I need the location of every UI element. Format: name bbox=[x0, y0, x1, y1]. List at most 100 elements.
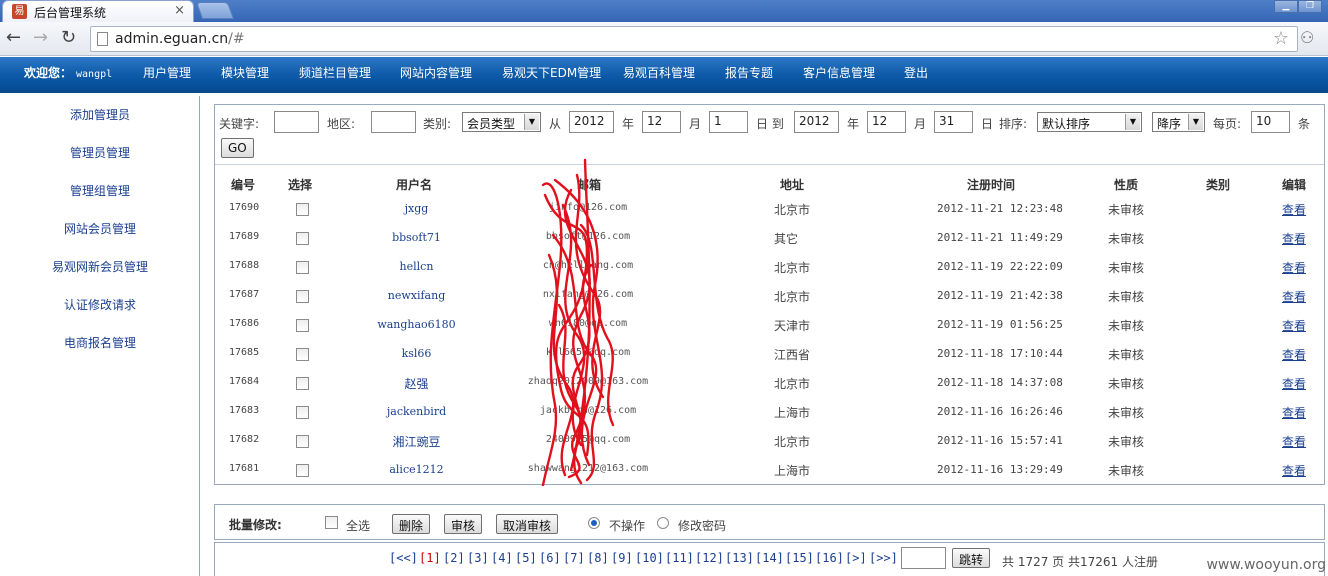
row-view-link[interactable]: 查看 bbox=[1282, 462, 1306, 479]
page-link[interactable]: [10] bbox=[635, 551, 664, 565]
bookmark-star-icon[interactable]: ☆ bbox=[1273, 28, 1289, 49]
sidebar-item-admin-management[interactable]: 管理员管理 bbox=[0, 144, 200, 161]
order-value: 降序 bbox=[1157, 117, 1182, 131]
tab-close-icon[interactable]: × bbox=[174, 3, 185, 18]
forward-arrow-icon[interactable]: → bbox=[33, 28, 48, 48]
keyword-input[interactable] bbox=[274, 111, 319, 133]
menu-content-management[interactable]: 网站内容管理 bbox=[400, 64, 472, 81]
row-username[interactable]: wanghao6180 bbox=[355, 318, 478, 331]
sidebar-item-member-management[interactable]: 网站会员管理 bbox=[0, 220, 200, 237]
region-input[interactable] bbox=[371, 111, 416, 133]
page-link[interactable]: [3] bbox=[467, 551, 489, 565]
row-select-checkbox[interactable] bbox=[296, 348, 309, 361]
back-arrow-icon[interactable]: ← bbox=[6, 28, 21, 48]
sidebar-item-new-member-management[interactable]: 易观网新会员管理 bbox=[0, 258, 200, 275]
from-day-input[interactable]: 1 bbox=[709, 111, 748, 133]
row-select-checkbox[interactable] bbox=[296, 406, 309, 419]
row-username[interactable]: ksl66 bbox=[355, 347, 478, 360]
delete-button[interactable]: 删除 bbox=[392, 514, 431, 534]
row-username[interactable]: bbsoft71 bbox=[355, 231, 478, 244]
jump-button[interactable]: 跳转 bbox=[952, 548, 991, 568]
page-link[interactable]: [1] bbox=[419, 551, 441, 565]
go-button[interactable]: GO bbox=[221, 138, 254, 158]
menu-customer-info[interactable]: 客户信息管理 bbox=[803, 64, 875, 81]
page-link[interactable]: [12] bbox=[695, 551, 724, 565]
menu-channel-management[interactable]: 频道栏目管理 bbox=[299, 64, 371, 81]
row-select-checkbox[interactable] bbox=[296, 232, 309, 245]
page-first-link[interactable]: [<<] bbox=[389, 551, 418, 565]
page-link[interactable]: [16] bbox=[815, 551, 844, 565]
page-link[interactable]: [2] bbox=[443, 551, 465, 565]
page-link[interactable]: [11] bbox=[665, 551, 694, 565]
row-view-link[interactable]: 查看 bbox=[1282, 288, 1306, 305]
row-view-link[interactable]: 查看 bbox=[1282, 346, 1306, 363]
page-link[interactable]: [7] bbox=[563, 551, 585, 565]
from-year-input[interactable]: 2012 bbox=[569, 111, 614, 133]
row-view-link[interactable]: 查看 bbox=[1282, 317, 1306, 334]
row-select-checkbox[interactable] bbox=[296, 464, 309, 477]
row-username[interactable]: 赵强 bbox=[355, 375, 478, 392]
select-all-checkbox[interactable] bbox=[325, 516, 338, 529]
row-username[interactable]: jackenbird bbox=[355, 405, 478, 418]
row-view-link[interactable]: 查看 bbox=[1282, 375, 1306, 392]
user-profile-icon[interactable]: ⚇ bbox=[1300, 28, 1322, 48]
sort-select[interactable]: 默认排序 ▼ bbox=[1037, 112, 1142, 132]
from-month-input[interactable]: 12 bbox=[642, 111, 681, 133]
menu-wiki-management[interactable]: 易观百科管理 bbox=[623, 64, 695, 81]
row-view-link[interactable]: 查看 bbox=[1282, 230, 1306, 247]
page-next-link[interactable]: [>] bbox=[845, 551, 867, 565]
row-username[interactable]: newxifang bbox=[355, 289, 478, 302]
order-select[interactable]: 降序 ▼ bbox=[1152, 112, 1205, 132]
per-page-input[interactable]: 10 bbox=[1251, 111, 1290, 133]
address-bar[interactable]: admin.eguan.cn/# ☆ bbox=[90, 26, 1298, 52]
page-link[interactable]: [6] bbox=[539, 551, 561, 565]
maximize-icon[interactable]: ❐ bbox=[1298, 0, 1322, 13]
cancel-approve-button[interactable]: 取消审核 bbox=[496, 514, 559, 534]
row-select-checkbox[interactable] bbox=[296, 261, 309, 274]
row-view-link[interactable]: 查看 bbox=[1282, 404, 1306, 421]
per-page-label: 每页: bbox=[1213, 117, 1242, 131]
row-select-checkbox[interactable] bbox=[296, 203, 309, 216]
menu-report-topics[interactable]: 报告专题 bbox=[725, 64, 773, 81]
jump-page-input[interactable] bbox=[901, 547, 946, 569]
row-username[interactable]: alice1212 bbox=[355, 463, 478, 476]
reload-icon[interactable]: ↻ bbox=[61, 28, 76, 48]
row-select-checkbox[interactable] bbox=[296, 435, 309, 448]
menu-logout[interactable]: 登出 bbox=[904, 64, 928, 81]
row-view-link[interactable]: 查看 bbox=[1282, 201, 1306, 218]
change-password-radio[interactable] bbox=[657, 517, 669, 529]
to-year-input[interactable]: 2012 bbox=[794, 111, 839, 133]
member-type-select[interactable]: 会员类型 ▼ bbox=[462, 112, 541, 132]
row-view-link[interactable]: 查看 bbox=[1282, 433, 1306, 450]
page-link[interactable]: [9] bbox=[611, 551, 633, 565]
row-username[interactable]: 湘江豌豆 bbox=[355, 433, 478, 450]
to-month-input[interactable]: 12 bbox=[867, 111, 906, 133]
new-tab-button[interactable] bbox=[195, 2, 235, 19]
menu-user-management[interactable]: 用户管理 bbox=[143, 64, 191, 81]
minimize-icon[interactable]: ▁ bbox=[1274, 0, 1298, 13]
page-link[interactable]: [8] bbox=[587, 551, 609, 565]
page-link[interactable]: [5] bbox=[515, 551, 537, 565]
page-link[interactable]: [15] bbox=[785, 551, 814, 565]
row-select-checkbox[interactable] bbox=[296, 377, 309, 390]
row-username[interactable]: jxgg bbox=[355, 202, 478, 215]
row-email: bbsoft@126.com bbox=[545, 231, 631, 242]
menu-module-management[interactable]: 模块管理 bbox=[221, 64, 269, 81]
row-view-link[interactable]: 查看 bbox=[1282, 259, 1306, 276]
page-link[interactable]: [14] bbox=[755, 551, 784, 565]
sidebar-item-group-management[interactable]: 管理组管理 bbox=[0, 182, 200, 199]
menu-edm-management[interactable]: 易观天下EDM管理 bbox=[502, 64, 601, 81]
row-username[interactable]: hellcn bbox=[355, 260, 478, 273]
no-action-radio[interactable] bbox=[588, 517, 600, 529]
sidebar-item-verification-requests[interactable]: 认证修改请求 bbox=[0, 296, 200, 313]
to-day-input[interactable]: 31 bbox=[934, 111, 973, 133]
row-select-checkbox[interactable] bbox=[296, 319, 309, 332]
approve-button[interactable]: 审核 bbox=[444, 514, 483, 534]
page-link[interactable]: [4] bbox=[491, 551, 513, 565]
browser-tab[interactable]: 易 后台管理系统 × bbox=[2, 0, 194, 22]
sidebar-item-add-admin[interactable]: 添加管理员 bbox=[0, 106, 200, 123]
page-link[interactable]: [13] bbox=[725, 551, 754, 565]
page-last-link[interactable]: [>>] bbox=[869, 551, 898, 565]
row-select-checkbox[interactable] bbox=[296, 290, 309, 303]
sidebar-item-ecommerce-signup[interactable]: 电商报名管理 bbox=[0, 334, 200, 351]
